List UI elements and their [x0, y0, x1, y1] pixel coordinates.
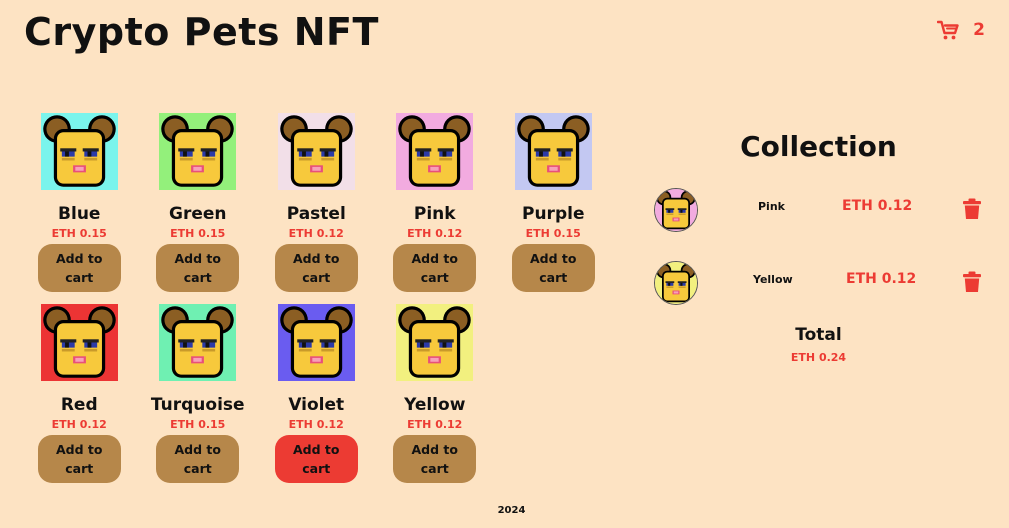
shopping-cart-icon[interactable] [937, 20, 959, 40]
product-card: Pastel ETH 0.12 Add to cart [257, 113, 376, 304]
add-to-cart-button[interactable]: Add to cart [274, 244, 358, 292]
product-card: Red ETH 0.12 Add to cart [20, 304, 139, 495]
collection-item: Pink ETH 0.12 [640, 185, 997, 233]
collection-title: Collection [740, 130, 897, 163]
trash-icon[interactable] [962, 271, 982, 293]
add-to-cart-button[interactable]: Add to cart [393, 435, 477, 483]
product-name: Yellow [404, 395, 466, 415]
add-to-cart-button[interactable]: Add to cart [511, 244, 595, 292]
product-price: ETH 0.15 [51, 227, 107, 240]
total-label: Total [795, 325, 842, 345]
collection-item-name: Pink [758, 200, 785, 213]
product-card: Purple ETH 0.15 Add to cart [494, 113, 613, 304]
trash-icon[interactable] [962, 198, 982, 220]
product-card: Pink ETH 0.12 Add to cart [376, 113, 495, 304]
pet-image [277, 304, 355, 381]
product-price: ETH 0.12 [51, 418, 107, 431]
collection-item-name: Yellow [753, 273, 793, 286]
product-name: Red [60, 395, 98, 415]
product-card: Yellow ETH 0.12 Add to cart [376, 304, 495, 495]
add-to-cart-button[interactable]: Add to cart [37, 244, 121, 292]
product-name: Violet [288, 395, 345, 415]
pet-avatar-image [655, 189, 697, 231]
add-to-cart-button[interactable]: Add to cart [37, 435, 121, 483]
product-price: ETH 0.12 [407, 418, 463, 431]
pet-image [40, 113, 118, 190]
pet-image [159, 304, 237, 381]
product-price: ETH 0.12 [407, 227, 463, 240]
product-price: ETH 0.12 [288, 227, 344, 240]
pet-image [159, 113, 237, 190]
pet-image [40, 304, 118, 381]
pet-image [396, 304, 474, 381]
product-card: Violet ETH 0.12 Add to cart [257, 304, 376, 495]
product-card: Turquoise ETH 0.15 Add to cart [139, 304, 258, 495]
product-price: ETH 0.15 [170, 227, 226, 240]
collection-item: Yellow ETH 0.12 [640, 258, 997, 306]
pet-image [396, 113, 474, 190]
product-card: Blue ETH 0.15 Add to cart [20, 113, 139, 304]
app-title: Crypto Pets NFT [24, 10, 379, 54]
product-name: Blue [58, 204, 101, 224]
pet-image [514, 113, 592, 190]
footer-year: 2024 [497, 505, 526, 516]
collection-avatar [654, 188, 698, 232]
product-name: Purple [522, 204, 585, 224]
product-price: ETH 0.15 [170, 418, 226, 431]
cart-count: 2 [973, 20, 985, 40]
collection-item-price: ETH 0.12 [846, 271, 917, 287]
product-name: Pink [413, 204, 456, 224]
add-to-cart-button[interactable]: Add to cart [274, 435, 358, 483]
product-card: Green ETH 0.15 Add to cart [139, 113, 258, 304]
total-value: ETH 0.24 [790, 351, 847, 364]
product-name: Pastel [286, 204, 346, 224]
add-to-cart-button[interactable]: Add to cart [156, 244, 240, 292]
collection-avatar [654, 261, 698, 305]
product-name: Turquoise [150, 395, 245, 415]
product-price: ETH 0.12 [288, 418, 344, 431]
cart-indicator[interactable]: 2 [937, 20, 985, 40]
product-price: ETH 0.15 [525, 227, 581, 240]
add-to-cart-button[interactable]: Add to cart [156, 435, 240, 483]
product-name: Green [169, 204, 227, 224]
pet-avatar-image [655, 262, 697, 304]
add-to-cart-button[interactable]: Add to cart [393, 244, 477, 292]
product-grid: Blue ETH 0.15 Add to cart Green ETH 0.15… [20, 113, 620, 495]
collection-item-price: ETH 0.12 [842, 198, 913, 214]
pet-image [277, 113, 355, 190]
